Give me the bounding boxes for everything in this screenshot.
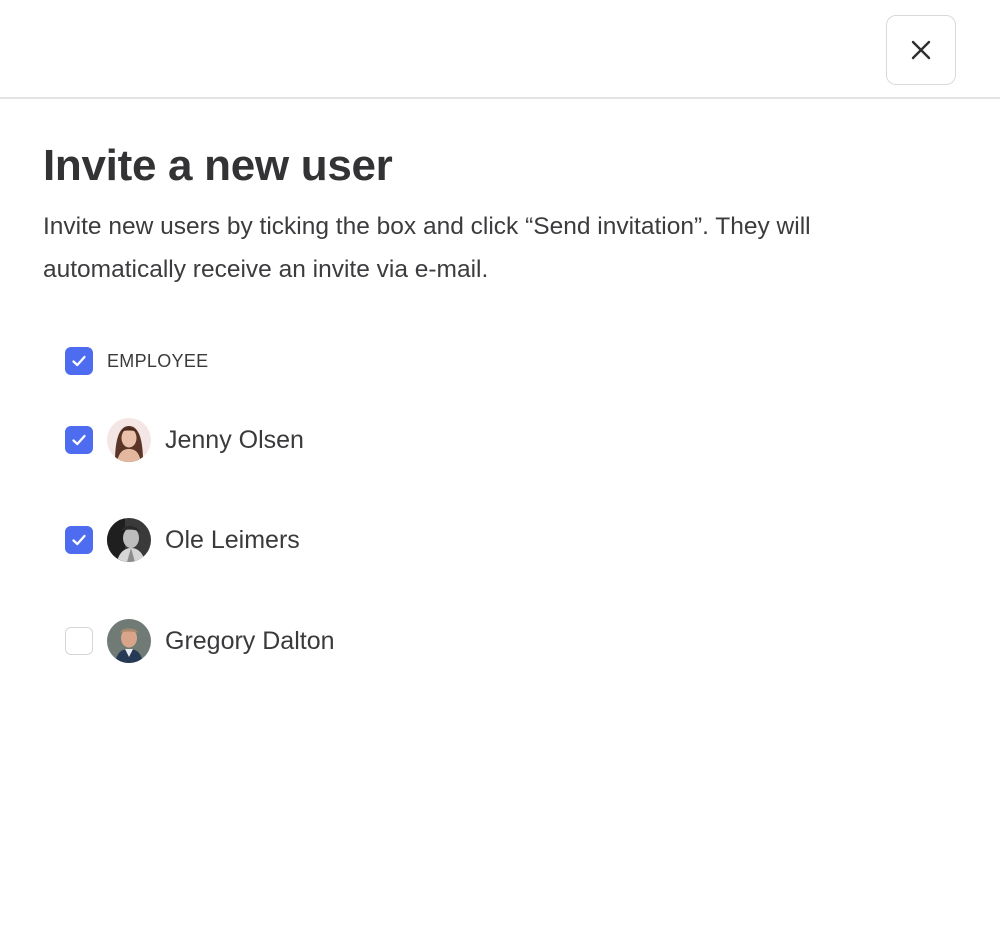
user-name: Gregory Dalton (165, 626, 335, 655)
user-checkbox[interactable] (65, 627, 93, 655)
user-name: Ole Leimers (165, 525, 300, 554)
group-checkbox[interactable] (65, 347, 93, 375)
description-line-1: Invite new users by ticking the box and … (43, 213, 811, 240)
group-label: EMPLOYEE (107, 350, 209, 371)
user-row[interactable]: Ole Leimers (65, 518, 300, 562)
user-checkbox[interactable] (65, 526, 93, 554)
page-title: Invite a new user (43, 141, 393, 190)
modal-header (0, 0, 1000, 99)
avatar (107, 518, 151, 562)
user-name: Jenny Olsen (165, 425, 304, 454)
checkmark-icon (72, 434, 86, 446)
checkmark-icon (72, 355, 86, 367)
user-row[interactable]: Gregory Dalton (65, 619, 335, 663)
checkmark-icon (72, 534, 86, 546)
page-description: Invite new users by ticking the box and … (43, 205, 923, 291)
avatar (107, 619, 151, 663)
description-line-2: automatically receive an invite via e-ma… (43, 256, 489, 283)
close-button[interactable] (886, 15, 956, 85)
avatar (107, 418, 151, 462)
close-icon (911, 40, 931, 60)
user-row[interactable]: Jenny Olsen (65, 418, 304, 462)
group-row-employee[interactable]: EMPLOYEE (65, 347, 208, 375)
user-checkbox[interactable] (65, 426, 93, 454)
